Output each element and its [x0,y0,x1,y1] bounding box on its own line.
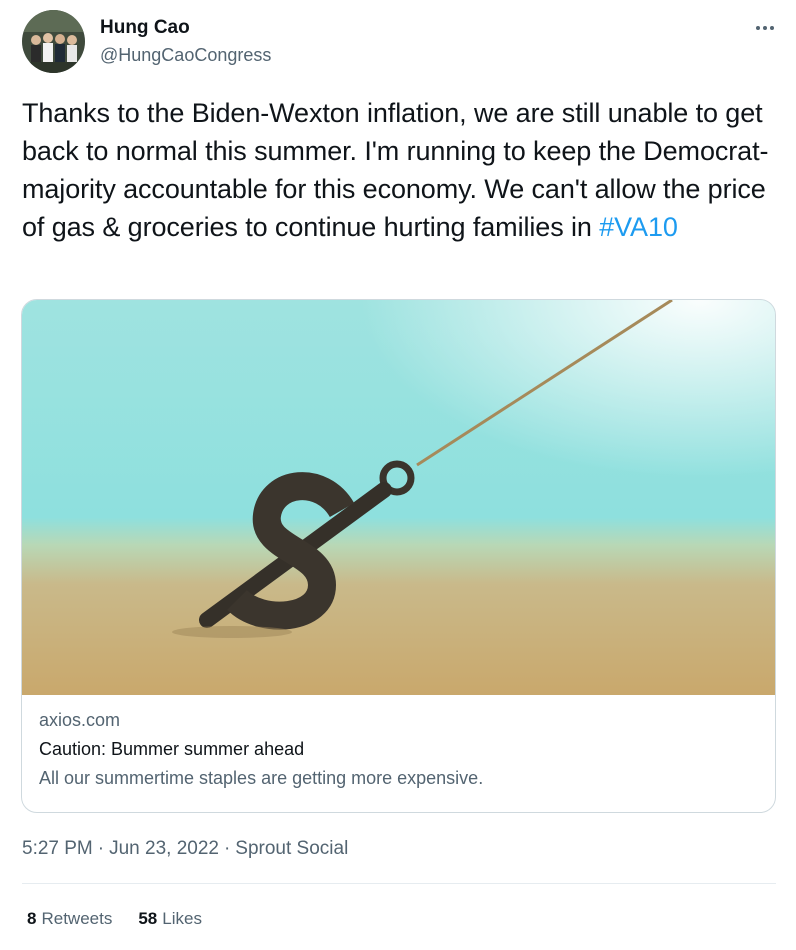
dollar-sign-anchor-illustration-icon [22,300,775,695]
tweet-source[interactable]: Sprout Social [235,838,348,859]
dot [756,26,760,30]
dot [763,26,767,30]
tweet-meta: 5:27 PM · Jun 23, 2022 · Sprout Social [22,836,348,862]
tweet-date[interactable]: Jun 23, 2022 [109,838,219,859]
hashtag-link[interactable]: #VA10 [599,212,678,242]
likes-count: 58 [138,909,158,928]
divider [22,883,776,884]
card-body: axios.com Caution: Bummer summer ahead A… [39,708,759,790]
meta-separator: · [223,838,231,859]
tweet-time[interactable]: 5:27 PM [22,838,93,859]
tweet-stats: 8 Retweets 58 Likes [27,907,202,931]
tweet-header: Hung Cao @HungCaoCongress [22,10,780,76]
avatar[interactable] [22,10,85,73]
dot [770,26,774,30]
retweets-label: Retweets [41,909,113,928]
likes-label: Likes [162,909,202,928]
card-image [22,300,775,695]
author-display-name[interactable]: Hung Cao [100,16,271,40]
card-title: Caution: Bummer summer ahead [39,739,305,759]
author-names: Hung Cao @HungCaoCongress [100,16,271,67]
card-description: All our summertime staples are getting m… [39,768,484,788]
card-domain: axios.com [39,710,121,730]
retweets-count: 8 [27,909,37,928]
family-photo-avatar-icon [22,10,85,73]
retweets-stat[interactable]: 8 Retweets [27,907,112,931]
tweet-text: Thanks to the Biden-Wexton inflation, we… [22,94,782,246]
meta-separator: · [97,838,105,859]
more-options-icon[interactable] [750,18,780,38]
link-preview-card[interactable]: axios.com Caution: Bummer summer ahead A… [21,299,776,813]
author-handle[interactable]: @HungCaoCongress [100,43,271,67]
likes-stat[interactable]: 58 Likes [138,907,202,931]
